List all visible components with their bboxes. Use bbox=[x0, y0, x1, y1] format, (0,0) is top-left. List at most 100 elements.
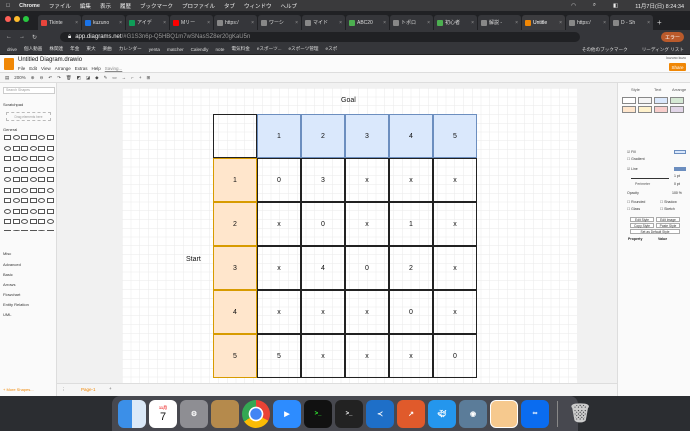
menu-file-app[interactable]: File bbox=[18, 66, 25, 71]
row-header-cell[interactable]: 4 bbox=[213, 290, 257, 334]
shape-thumbnail[interactable] bbox=[46, 177, 54, 182]
preview-icon[interactable]: ◉ bbox=[459, 399, 487, 428]
chrome-icon[interactable] bbox=[242, 399, 270, 428]
table-cell[interactable]: x bbox=[433, 290, 477, 334]
shape-thumbnail[interactable] bbox=[4, 219, 11, 224]
bookmark-item[interactable]: matcher bbox=[167, 47, 184, 52]
menu-edit-app[interactable]: Edit bbox=[29, 66, 37, 71]
more-shapes-button[interactable]: + More Shapes... bbox=[3, 387, 34, 392]
search-shapes-input[interactable]: Search Shapes bbox=[3, 87, 55, 94]
table-cell[interactable]: 3 bbox=[301, 158, 345, 202]
shape-thumbnail[interactable] bbox=[12, 135, 20, 140]
table-cell[interactable]: x bbox=[389, 334, 433, 378]
delete-icon[interactable]: 🗑︎ bbox=[66, 75, 72, 81]
shape-thumbnail[interactable] bbox=[12, 156, 20, 161]
arrows-section-header[interactable]: Arrows bbox=[3, 282, 15, 287]
bookmark-item[interactable]: eスポーツ... bbox=[257, 46, 282, 52]
shape-thumbnail[interactable] bbox=[21, 229, 28, 231]
table-cell[interactable]: x bbox=[345, 158, 389, 202]
table-cell[interactable]: 0 bbox=[389, 290, 433, 334]
shape-thumbnail[interactable] bbox=[12, 145, 20, 151]
entity-relation-section-header[interactable]: Entity Relation bbox=[3, 302, 29, 307]
browser-tab[interactable]: https:/ × bbox=[566, 15, 609, 30]
line-color-icon[interactable]: ✎ bbox=[104, 75, 108, 81]
shape-thumbnail[interactable] bbox=[38, 135, 45, 140]
shape-thumbnail[interactable] bbox=[29, 219, 37, 224]
browser-tab[interactable]: アイデ × bbox=[126, 15, 169, 30]
undo-icon[interactable]: ↶ bbox=[48, 75, 52, 81]
shape-thumbnail[interactable] bbox=[4, 229, 11, 231]
misc-section-header[interactable]: Misc bbox=[3, 251, 11, 256]
style-swatch[interactable] bbox=[638, 106, 652, 113]
shape-thumbnail[interactable] bbox=[4, 145, 11, 151]
tab-arrange[interactable]: Arrange bbox=[672, 87, 686, 92]
user-label[interactable]: kuzuno kuzu bbox=[666, 56, 686, 60]
table-cell[interactable]: 1 bbox=[389, 202, 433, 246]
shape-thumbnail[interactable] bbox=[12, 219, 20, 224]
shape-thumbnail[interactable] bbox=[4, 156, 11, 161]
style-swatch[interactable] bbox=[622, 106, 636, 113]
table-cell[interactable]: x bbox=[345, 334, 389, 378]
table-cell[interactable]: x bbox=[301, 290, 345, 334]
menu-view-app[interactable]: View bbox=[41, 66, 51, 71]
wifi-icon[interactable]: ◠ bbox=[571, 3, 576, 9]
zoom-window-button[interactable] bbox=[23, 16, 29, 22]
tab-style[interactable]: Style bbox=[631, 87, 640, 92]
uml-section-header[interactable]: UML bbox=[3, 312, 11, 317]
docker-icon[interactable]: 🐳︎ bbox=[428, 399, 456, 428]
copy-style-button[interactable]: Copy Style bbox=[630, 223, 654, 228]
shape-thumbnail[interactable] bbox=[12, 166, 20, 172]
column-header-cell[interactable]: 1 bbox=[257, 114, 301, 158]
shape-thumbnail[interactable] bbox=[12, 198, 20, 203]
activity-monitor-icon[interactable]: ↗ bbox=[397, 399, 425, 428]
connection-icon[interactable]: → bbox=[122, 75, 127, 80]
diagram-page[interactable]: Goal Start 12345103xxx2x0x1x3x402x4xxx0x… bbox=[122, 88, 577, 383]
shape-thumbnail[interactable] bbox=[4, 135, 11, 140]
shape-thumbnail[interactable] bbox=[29, 229, 37, 231]
shape-thumbnail[interactable] bbox=[46, 145, 54, 151]
shape-thumbnail[interactable] bbox=[46, 187, 54, 193]
tab-close-icon[interactable]: × bbox=[559, 20, 562, 26]
table-cell[interactable]: x bbox=[433, 158, 477, 202]
control-center-icon[interactable]: ◧ bbox=[613, 3, 618, 9]
shape-thumbnail[interactable] bbox=[21, 208, 28, 214]
shape-thumbnail[interactable] bbox=[46, 166, 54, 172]
bookmark-item[interactable]: eスポーツ管理 bbox=[289, 46, 319, 52]
browser-tab[interactable]: ABC20 × bbox=[346, 15, 389, 30]
format-panel-icon[interactable]: ▤ bbox=[5, 75, 9, 81]
shape-thumbnail[interactable] bbox=[46, 135, 54, 140]
bookmark-item[interactable]: drive bbox=[7, 47, 17, 52]
scratchpad-dropzone[interactable]: Drag elements here bbox=[6, 112, 51, 121]
shape-thumbnail[interactable] bbox=[38, 198, 45, 203]
column-header-cell[interactable]: 3 bbox=[345, 114, 389, 158]
shape-thumbnail[interactable] bbox=[46, 229, 54, 231]
tab-close-icon[interactable]: × bbox=[427, 20, 430, 26]
bookmark-item[interactable]: eスポ bbox=[326, 46, 338, 52]
reload-icon[interactable]: ↻ bbox=[32, 34, 37, 41]
set-default-style-button[interactable]: Set as Default Style bbox=[630, 229, 680, 234]
shape-thumbnail[interactable] bbox=[29, 166, 37, 172]
notes-icon[interactable] bbox=[490, 399, 518, 428]
finder-icon[interactable] bbox=[118, 399, 146, 428]
shape-thumbnail[interactable] bbox=[4, 177, 11, 182]
shape-thumbnail[interactable] bbox=[21, 219, 28, 224]
shape-thumbnail[interactable] bbox=[12, 177, 20, 182]
corner-cell[interactable] bbox=[213, 114, 257, 158]
shape-thumbnail[interactable] bbox=[29, 177, 37, 182]
bookmark-item[interactable]: 個人動画 bbox=[24, 46, 42, 52]
tab-close-icon[interactable]: × bbox=[75, 20, 78, 26]
shape-thumbnail[interactable] bbox=[29, 187, 37, 193]
browser-tab[interactable]: ワーシ × bbox=[258, 15, 301, 30]
scratchpad-header[interactable]: Scratchpad bbox=[3, 102, 23, 107]
sketch-option[interactable]: ☐ Sketch bbox=[660, 207, 675, 211]
shape-thumbnail[interactable] bbox=[46, 198, 54, 203]
table-cell[interactable]: x bbox=[257, 246, 301, 290]
back-icon[interactable]: ← bbox=[6, 34, 12, 40]
insert-icon[interactable]: + bbox=[139, 75, 142, 80]
menu-view[interactable]: 表示 bbox=[100, 2, 111, 10]
browser-tab[interactable]: 解説 - × bbox=[478, 15, 521, 30]
menu-help[interactable]: ヘルプ bbox=[281, 2, 298, 10]
shadow-icon[interactable]: ▭ bbox=[112, 75, 116, 81]
table-cell[interactable]: x bbox=[389, 158, 433, 202]
table-cell[interactable]: 0 bbox=[301, 202, 345, 246]
